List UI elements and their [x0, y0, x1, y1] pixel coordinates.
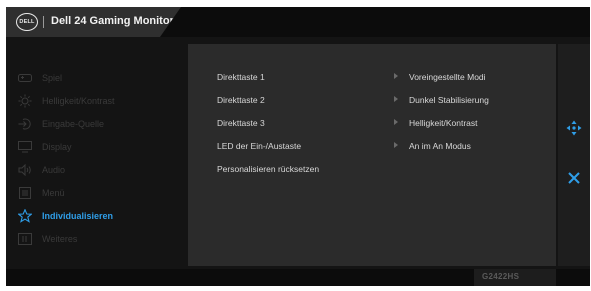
row-label: Direkttaste 2: [217, 95, 265, 105]
monitor-title: Dell 24 Gaming Monitor: [51, 15, 174, 27]
nav-item-individualisieren[interactable]: Individualisieren: [6, 206, 186, 226]
menu-icon: [18, 186, 32, 200]
row-label: Direkttaste 1: [217, 72, 265, 82]
row-value: Dunkel Stabilisierung: [409, 95, 489, 105]
nav-label: Spiel: [42, 73, 63, 83]
nav-item-audio[interactable]: Audio: [6, 160, 186, 180]
main-menu-nav: Spiel Helligkeit/Kontrast Eingabe-Quelle…: [6, 44, 186, 266]
title-tab: DELL Dell 24 Gaming Monitor: [6, 7, 181, 37]
row-label: Direkttaste 3: [217, 118, 265, 128]
input-source-icon: [18, 117, 32, 131]
chevron-right-icon: [394, 119, 398, 125]
menu-row-direkttaste-1[interactable]: Direkttaste 1 Voreingestellte Modi: [188, 68, 556, 88]
move-arrows-icon[interactable]: [566, 120, 582, 136]
submenu-panel: Direkttaste 1 Voreingestellte Modi Direk…: [188, 44, 556, 266]
nav-label: Display: [42, 142, 72, 152]
info-icon: [18, 232, 32, 246]
close-icon[interactable]: [566, 170, 582, 186]
osd-header: DELL Dell 24 Gaming Monitor: [6, 7, 590, 37]
nav-label: Individualisieren: [42, 211, 114, 221]
model-tab: G2422HS: [474, 269, 556, 286]
nav-label: Helligkeit/Kontrast: [42, 96, 115, 106]
model-number: G2422HS: [482, 272, 520, 281]
star-icon: [18, 209, 32, 223]
menu-row-direkttaste-2[interactable]: Direkttaste 2 Dunkel Stabilisierung: [188, 91, 556, 111]
osd-menu: DELL Dell 24 Gaming Monitor Spiel Hellig…: [6, 7, 590, 286]
dell-logo: DELL: [16, 13, 38, 31]
gamepad-icon: [18, 71, 32, 85]
nav-item-menue[interactable]: Menü: [6, 183, 186, 203]
nav-item-weiteres[interactable]: Weiteres: [6, 229, 186, 249]
nav-label: Audio: [42, 165, 66, 175]
row-label: LED der Ein-/Austaste: [217, 141, 302, 151]
osd-footer: G2422HS: [6, 269, 590, 286]
display-icon: [18, 140, 32, 154]
chevron-right-icon: [394, 142, 398, 148]
nav-item-spiel[interactable]: Spiel: [6, 68, 186, 88]
menu-row-direkttaste-3[interactable]: Direkttaste 3 Helligkeit/Kontrast: [188, 114, 556, 134]
nav-item-display[interactable]: Display: [6, 137, 186, 157]
speaker-icon: [18, 163, 32, 177]
brightness-icon: [18, 94, 32, 108]
row-value: Helligkeit/Kontrast: [409, 118, 478, 128]
chevron-right-icon: [394, 96, 398, 102]
menu-row-led-power-button[interactable]: LED der Ein-/Austaste An im An Modus: [188, 137, 556, 157]
nav-label: Weiteres: [42, 234, 78, 244]
row-label: Personalisieren rücksetzen: [217, 164, 320, 174]
row-value: An im An Modus: [409, 141, 471, 151]
menu-row-personalize-reset[interactable]: Personalisieren rücksetzen: [188, 160, 556, 180]
nav-label: Menü: [42, 188, 65, 198]
chevron-right-icon: [394, 73, 398, 79]
nav-item-eingabe-quelle[interactable]: Eingabe-Quelle: [6, 114, 186, 134]
title-divider: [43, 16, 44, 28]
nav-label: Eingabe-Quelle: [42, 119, 105, 129]
control-sidebar: [558, 44, 590, 266]
row-value: Voreingestellte Modi: [409, 72, 486, 82]
nav-item-helligkeit-kontrast[interactable]: Helligkeit/Kontrast: [6, 91, 186, 111]
